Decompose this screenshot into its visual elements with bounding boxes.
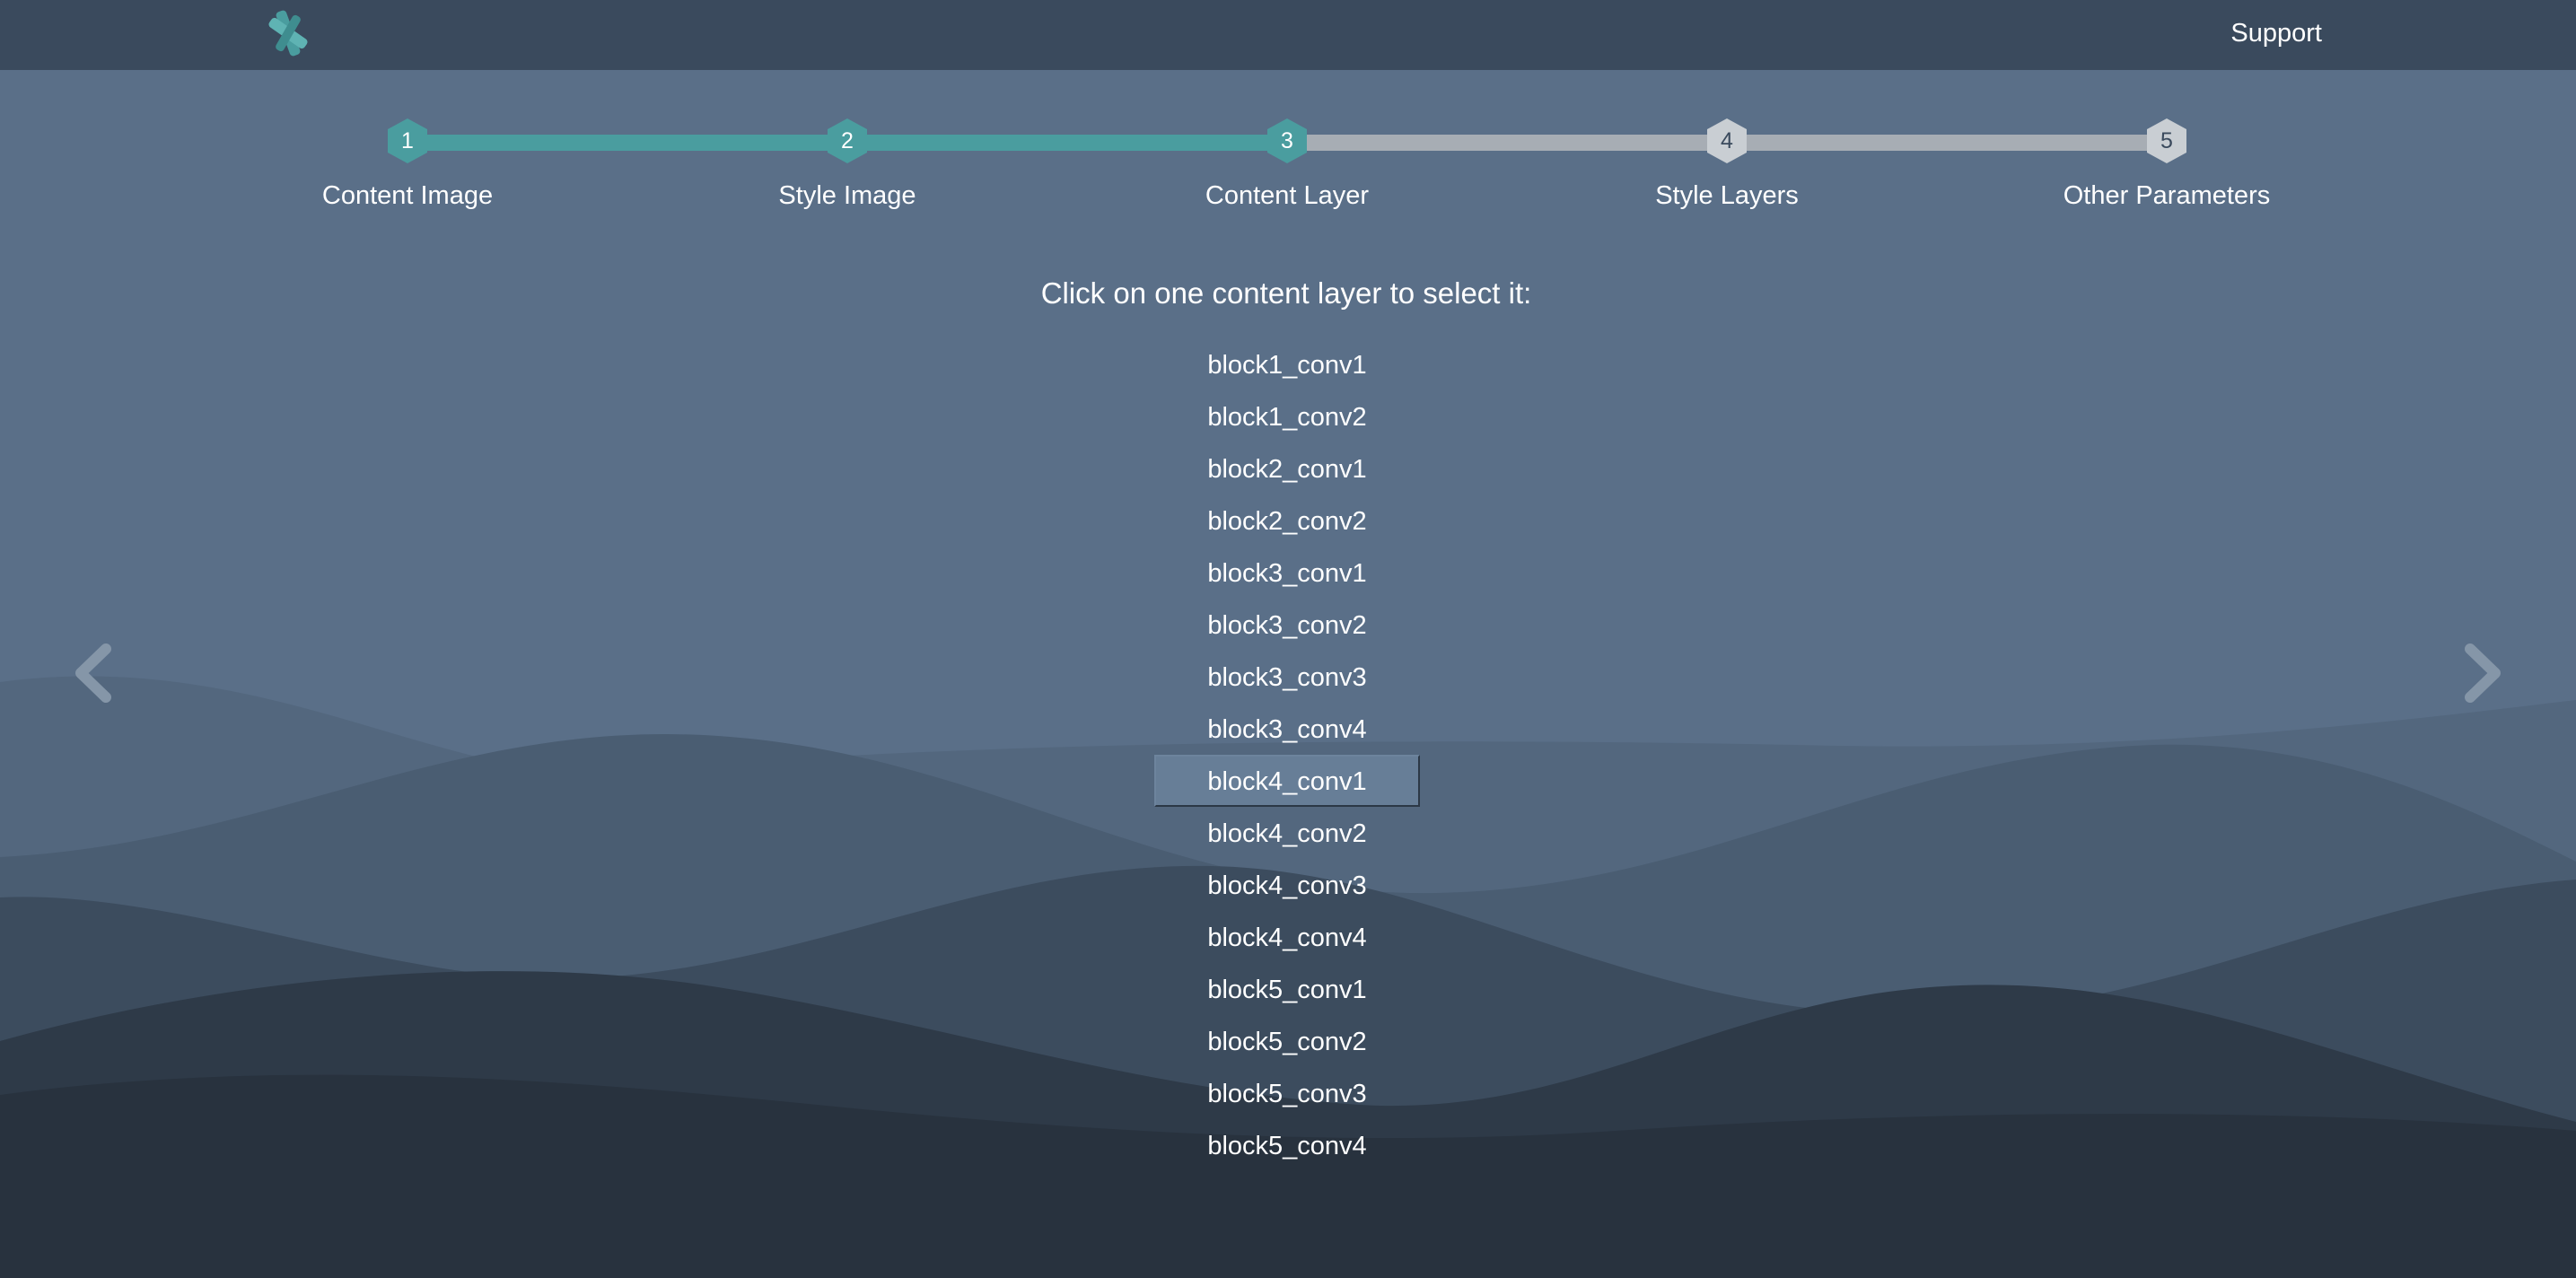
layer-option[interactable]: block4_conv3 — [1154, 859, 1420, 911]
step-1-marker[interactable]: 1 — [385, 117, 430, 165]
top-navbar: Support — [0, 0, 2576, 70]
layer-option[interactable]: block1_conv2 — [1154, 390, 1420, 442]
scissors-x-logo-icon[interactable] — [260, 5, 316, 61]
layer-option[interactable]: block2_conv2 — [1154, 495, 1420, 547]
step-number: 2 — [841, 128, 854, 153]
layer-option[interactable]: block4_conv4 — [1154, 911, 1420, 963]
step-3-label[interactable]: Content Layer — [1108, 179, 1467, 212]
support-link[interactable]: Support — [2230, 16, 2322, 50]
step-number: 5 — [2160, 128, 2173, 153]
step-2-marker[interactable]: 2 — [825, 117, 870, 165]
chevron-right-icon[interactable] — [2458, 642, 2508, 705]
chevron-left-icon[interactable] — [68, 642, 118, 705]
layer-option[interactable]: block5_conv2 — [1154, 1015, 1420, 1067]
layer-option[interactable]: block3_conv2 — [1154, 599, 1420, 651]
layer-option[interactable]: block4_conv2 — [1154, 807, 1420, 859]
layer-option[interactable]: block3_conv1 — [1154, 547, 1420, 599]
app-page: Support 1 2 3 4 5 Content Image Style Im… — [0, 0, 2576, 1278]
layer-option[interactable]: block5_conv4 — [1154, 1119, 1420, 1171]
step-5-label[interactable]: Other Parameters — [1987, 179, 2346, 212]
layer-option[interactable]: block3_conv3 — [1154, 651, 1420, 703]
layer-option[interactable]: block3_conv4 — [1154, 703, 1420, 755]
step-2-label[interactable]: Style Image — [668, 179, 1027, 212]
layer-option[interactable]: block5_conv1 — [1154, 963, 1420, 1015]
instruction-text: Click on one content layer to select it: — [1040, 276, 1532, 310]
content-layer-list: block1_conv1 block1_conv2 block2_conv1 b… — [1154, 338, 1420, 1171]
step-1-label[interactable]: Content Image — [228, 179, 587, 212]
layer-option-selected[interactable]: block4_conv1 — [1154, 755, 1420, 807]
step-4-marker[interactable]: 4 — [1704, 117, 1749, 165]
step-number: 4 — [1721, 128, 1733, 153]
layer-option[interactable]: block1_conv1 — [1154, 338, 1420, 390]
step-5-marker[interactable]: 5 — [2144, 117, 2189, 165]
step-4-label[interactable]: Style Layers — [1547, 179, 1906, 212]
step-3-marker[interactable]: 3 — [1265, 117, 1310, 165]
step-number: 1 — [401, 128, 414, 153]
step-number: 3 — [1281, 128, 1293, 153]
layer-option[interactable]: block2_conv1 — [1154, 442, 1420, 495]
layer-option[interactable]: block5_conv3 — [1154, 1067, 1420, 1119]
